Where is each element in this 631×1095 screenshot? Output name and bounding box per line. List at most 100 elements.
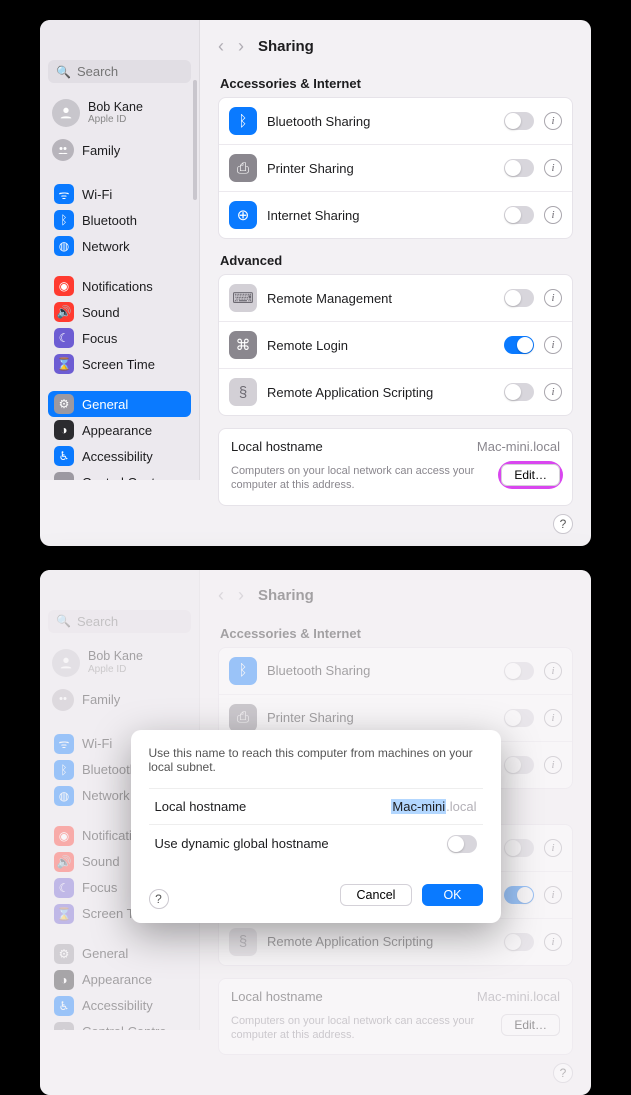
row-remote-application-scripting[interactable]: §Remote Application Scriptingi [219,919,572,965]
hostname-value: Mac-mini.local [477,989,560,1004]
dialog-hostname-editable[interactable]: Mac-mini [391,799,446,814]
hostname-desc: Computers on your local network can acce… [231,1014,487,1043]
toggle-printer-sharing[interactable] [504,709,534,727]
info-icon[interactable]: i [544,756,562,774]
sidebar-item-label: Focus [82,880,117,895]
sidebar-item-appearance[interactable]: ◑ Appearance [48,967,191,993]
row-bluetooth-sharing[interactable]: ᛒBluetooth Sharingi [219,98,572,145]
sidebar-item-family[interactable]: Family [48,133,191,167]
toolbar: ‹ › Sharing [218,30,573,62]
sidebar-item-general[interactable]: ⚙General [48,391,191,417]
help-button[interactable]: ? [553,1063,573,1083]
row-remote-management[interactable]: ⌨Remote Managementi [219,275,572,322]
row-label: Printer Sharing [267,710,494,725]
toggle-remote-management[interactable] [504,289,534,307]
sidebar-item-account[interactable]: Bob Kane Apple ID [48,93,191,133]
screen-time-icon: ⌛ [54,904,74,924]
info-icon[interactable]: i [544,336,562,354]
dialog-hostname-row[interactable]: Local hostname Mac-mini.local [149,788,483,824]
toggle-remote-application-scripting[interactable] [504,933,534,951]
search-field[interactable]: 🔍 [48,610,191,633]
row-remote-login[interactable]: ⌘Remote Logini [219,322,572,369]
accessibility-icon: ♿︎ [54,996,74,1016]
sidebar-item-network[interactable]: ◍Network [48,233,191,259]
sidebar: 🔍 Bob Kane Apple ID Family ᯤWi-FiᛒBlueto… [40,20,200,480]
info-icon[interactable]: i [544,709,562,727]
sidebar-item-label: Network [82,239,130,254]
dialog-hostname-field[interactable]: Mac-mini.local [391,799,476,814]
sidebar-item-label: Sound [82,854,120,869]
toggle-internet-sharing[interactable] [504,206,534,224]
bluetooth-icon: ᛒ [54,210,74,230]
sidebar-item-accessibility[interactable]: ♿︎ Accessibility [48,443,191,469]
search-field[interactable]: 🔍 [48,60,191,83]
info-icon[interactable]: i [544,159,562,177]
row-bluetooth-sharing[interactable]: ᛒBluetooth Sharingi [219,648,572,695]
info-icon[interactable]: i [544,886,562,904]
accessibility-icon: ♿︎ [54,446,74,466]
toggle-bluetooth-sharing[interactable] [504,112,534,130]
hostname-card: Local hostname Mac-mini.local Computers … [218,428,573,506]
info-icon[interactable]: i [544,662,562,680]
sidebar-item-control-centre[interactable]: ⌕Control Centre [48,1019,191,1030]
focus-icon: ☾ [54,878,74,898]
edit-hostname-button[interactable]: Edit… [501,1014,560,1036]
info-icon[interactable]: i [544,933,562,951]
cancel-button[interactable]: Cancel [340,884,413,906]
toggle-bluetooth-sharing[interactable] [504,662,534,680]
sidebar-item-notifications[interactable]: ◉Notifications [48,273,191,299]
network-icon: ◍ [54,786,74,806]
sidebar-item-wi-fi[interactable]: ᯤWi-Fi [48,181,191,207]
sidebar-item-focus[interactable]: ☾Focus [48,325,191,351]
search-input[interactable] [77,614,183,629]
nav-forward[interactable]: › [238,36,244,57]
nav-back[interactable]: ‹ [218,585,224,606]
sidebar-item-label: Bluetooth [82,762,137,777]
wi-fi-icon: ᯤ [54,734,74,754]
info-icon[interactable]: i [544,112,562,130]
toggle-remote-login[interactable] [504,336,534,354]
sidebar-item-label: Accessibility [82,449,153,464]
info-icon[interactable]: i [544,383,562,401]
sidebar-item-screen-time[interactable]: ⌛Screen Time [48,351,191,377]
sidebar-item-label: Sound [82,305,120,320]
search-icon: 🔍 [56,614,71,628]
info-icon[interactable]: i [544,839,562,857]
toggle-remote-login[interactable] [504,886,534,904]
sidebar-item-bluetooth[interactable]: ᛒBluetooth [48,207,191,233]
bluetooth-icon: ᛒ [54,760,74,780]
toggle-remote-management[interactable] [504,839,534,857]
ok-button[interactable]: OK [422,884,482,906]
settings-window-dialog: 🔍 Bob Kane Apple ID Family ᯤWi-FiᛒBlueto… [40,570,591,1095]
dialog-help-button[interactable]: ? [149,889,169,909]
sidebar-item-appearance[interactable]: ◑Appearance [48,417,191,443]
row-internet-sharing[interactable]: ⊕Internet Sharingi [219,192,572,238]
dialog-dynamic-toggle[interactable] [447,835,477,853]
info-icon[interactable]: i [544,289,562,307]
dialog-dynamic-row[interactable]: Use dynamic global hostname [149,824,483,863]
sidebar-item-sound[interactable]: 🔊Sound [48,299,191,325]
nav-forward[interactable]: › [238,585,244,606]
sidebar-item-control-centre[interactable]: ⌕Control Centre [48,469,191,480]
edit-hostname-button[interactable]: Edit… [501,464,560,486]
search-input[interactable] [77,64,183,79]
row-remote-application-scripting[interactable]: §Remote Application Scriptingi [219,369,572,415]
row-printer-sharing[interactable]: ⎙Printer Sharingi [219,145,572,192]
hostname-value: Mac-mini.local [477,439,560,454]
printer-sharing-icon: ⎙ [229,704,257,732]
sidebar-scrollbar[interactable] [193,80,197,200]
toggle-printer-sharing[interactable] [504,159,534,177]
printer-sharing-icon: ⎙ [229,154,257,182]
appearance-icon: ◑ [54,970,74,990]
info-icon[interactable]: i [544,206,562,224]
toggle-internet-sharing[interactable] [504,756,534,774]
help-button[interactable]: ? [553,514,573,534]
account-sub: Apple ID [88,114,143,125]
sidebar-item-label: Appearance [82,972,152,987]
sidebar-item-accessibility[interactable]: ♿︎Accessibility [48,993,191,1019]
sidebar-item-general[interactable]: ⚙General [48,941,191,967]
sidebar-item-family[interactable]: Family [48,683,191,717]
sidebar-item-account[interactable]: Bob Kane Apple ID [48,643,191,683]
toggle-remote-application-scripting[interactable] [504,383,534,401]
nav-back[interactable]: ‹ [218,36,224,57]
